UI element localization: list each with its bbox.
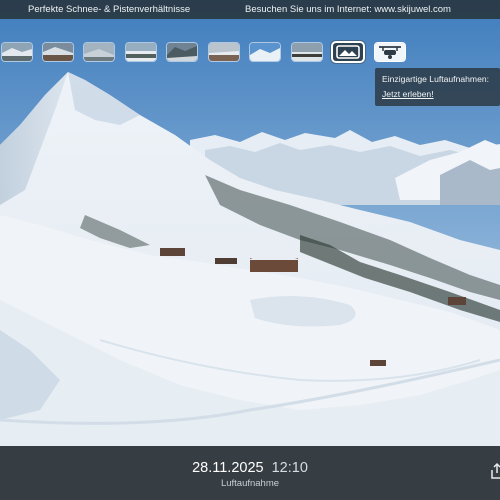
- thumb-panorama[interactable]: [333, 43, 363, 61]
- tooltip-text: Einzigartige Luftaufnahmen:: [382, 74, 490, 84]
- thumb-view-2[interactable]: [43, 43, 73, 61]
- thumb-view-7[interactable]: [250, 43, 280, 61]
- top-info-bar: Perfekte Schnee- & Pistenverhältnisse Be…: [0, 0, 500, 19]
- thumb-view-4[interactable]: [126, 43, 156, 61]
- date-label: 28.11.2025: [192, 460, 264, 476]
- thumb-drone[interactable]: [375, 43, 405, 61]
- thumb-view-3[interactable]: [84, 43, 114, 61]
- drone-icon: [379, 46, 401, 59]
- time-label: 12:10: [271, 460, 308, 476]
- camera-thumbnail-strip: [0, 43, 500, 65]
- thumb-view-1[interactable]: [2, 43, 32, 61]
- thumb-view-5[interactable]: [167, 43, 197, 61]
- aerial-footage-tooltip: Einzigartige Luftaufnahmen: Jetzt erlebe…: [375, 68, 500, 106]
- tooltip-link[interactable]: Jetzt erleben!: [382, 89, 434, 99]
- share-icon[interactable]: [490, 462, 500, 480]
- thumb-view-6[interactable]: [209, 43, 239, 61]
- bottom-info-bar: 28.11.2025 12:10 Luftaufnahme: [0, 446, 500, 500]
- thumb-view-8[interactable]: [292, 43, 322, 61]
- panorama-icon: [336, 45, 360, 59]
- view-caption: Luftaufnahme: [220, 478, 280, 489]
- timestamp: 28.11.2025 12:10: [0, 459, 500, 477]
- website-text[interactable]: Besuchen Sie uns im Internet: www.skijuw…: [245, 4, 451, 15]
- slogan-text: Perfekte Schnee- & Pistenverhältnisse: [28, 4, 191, 15]
